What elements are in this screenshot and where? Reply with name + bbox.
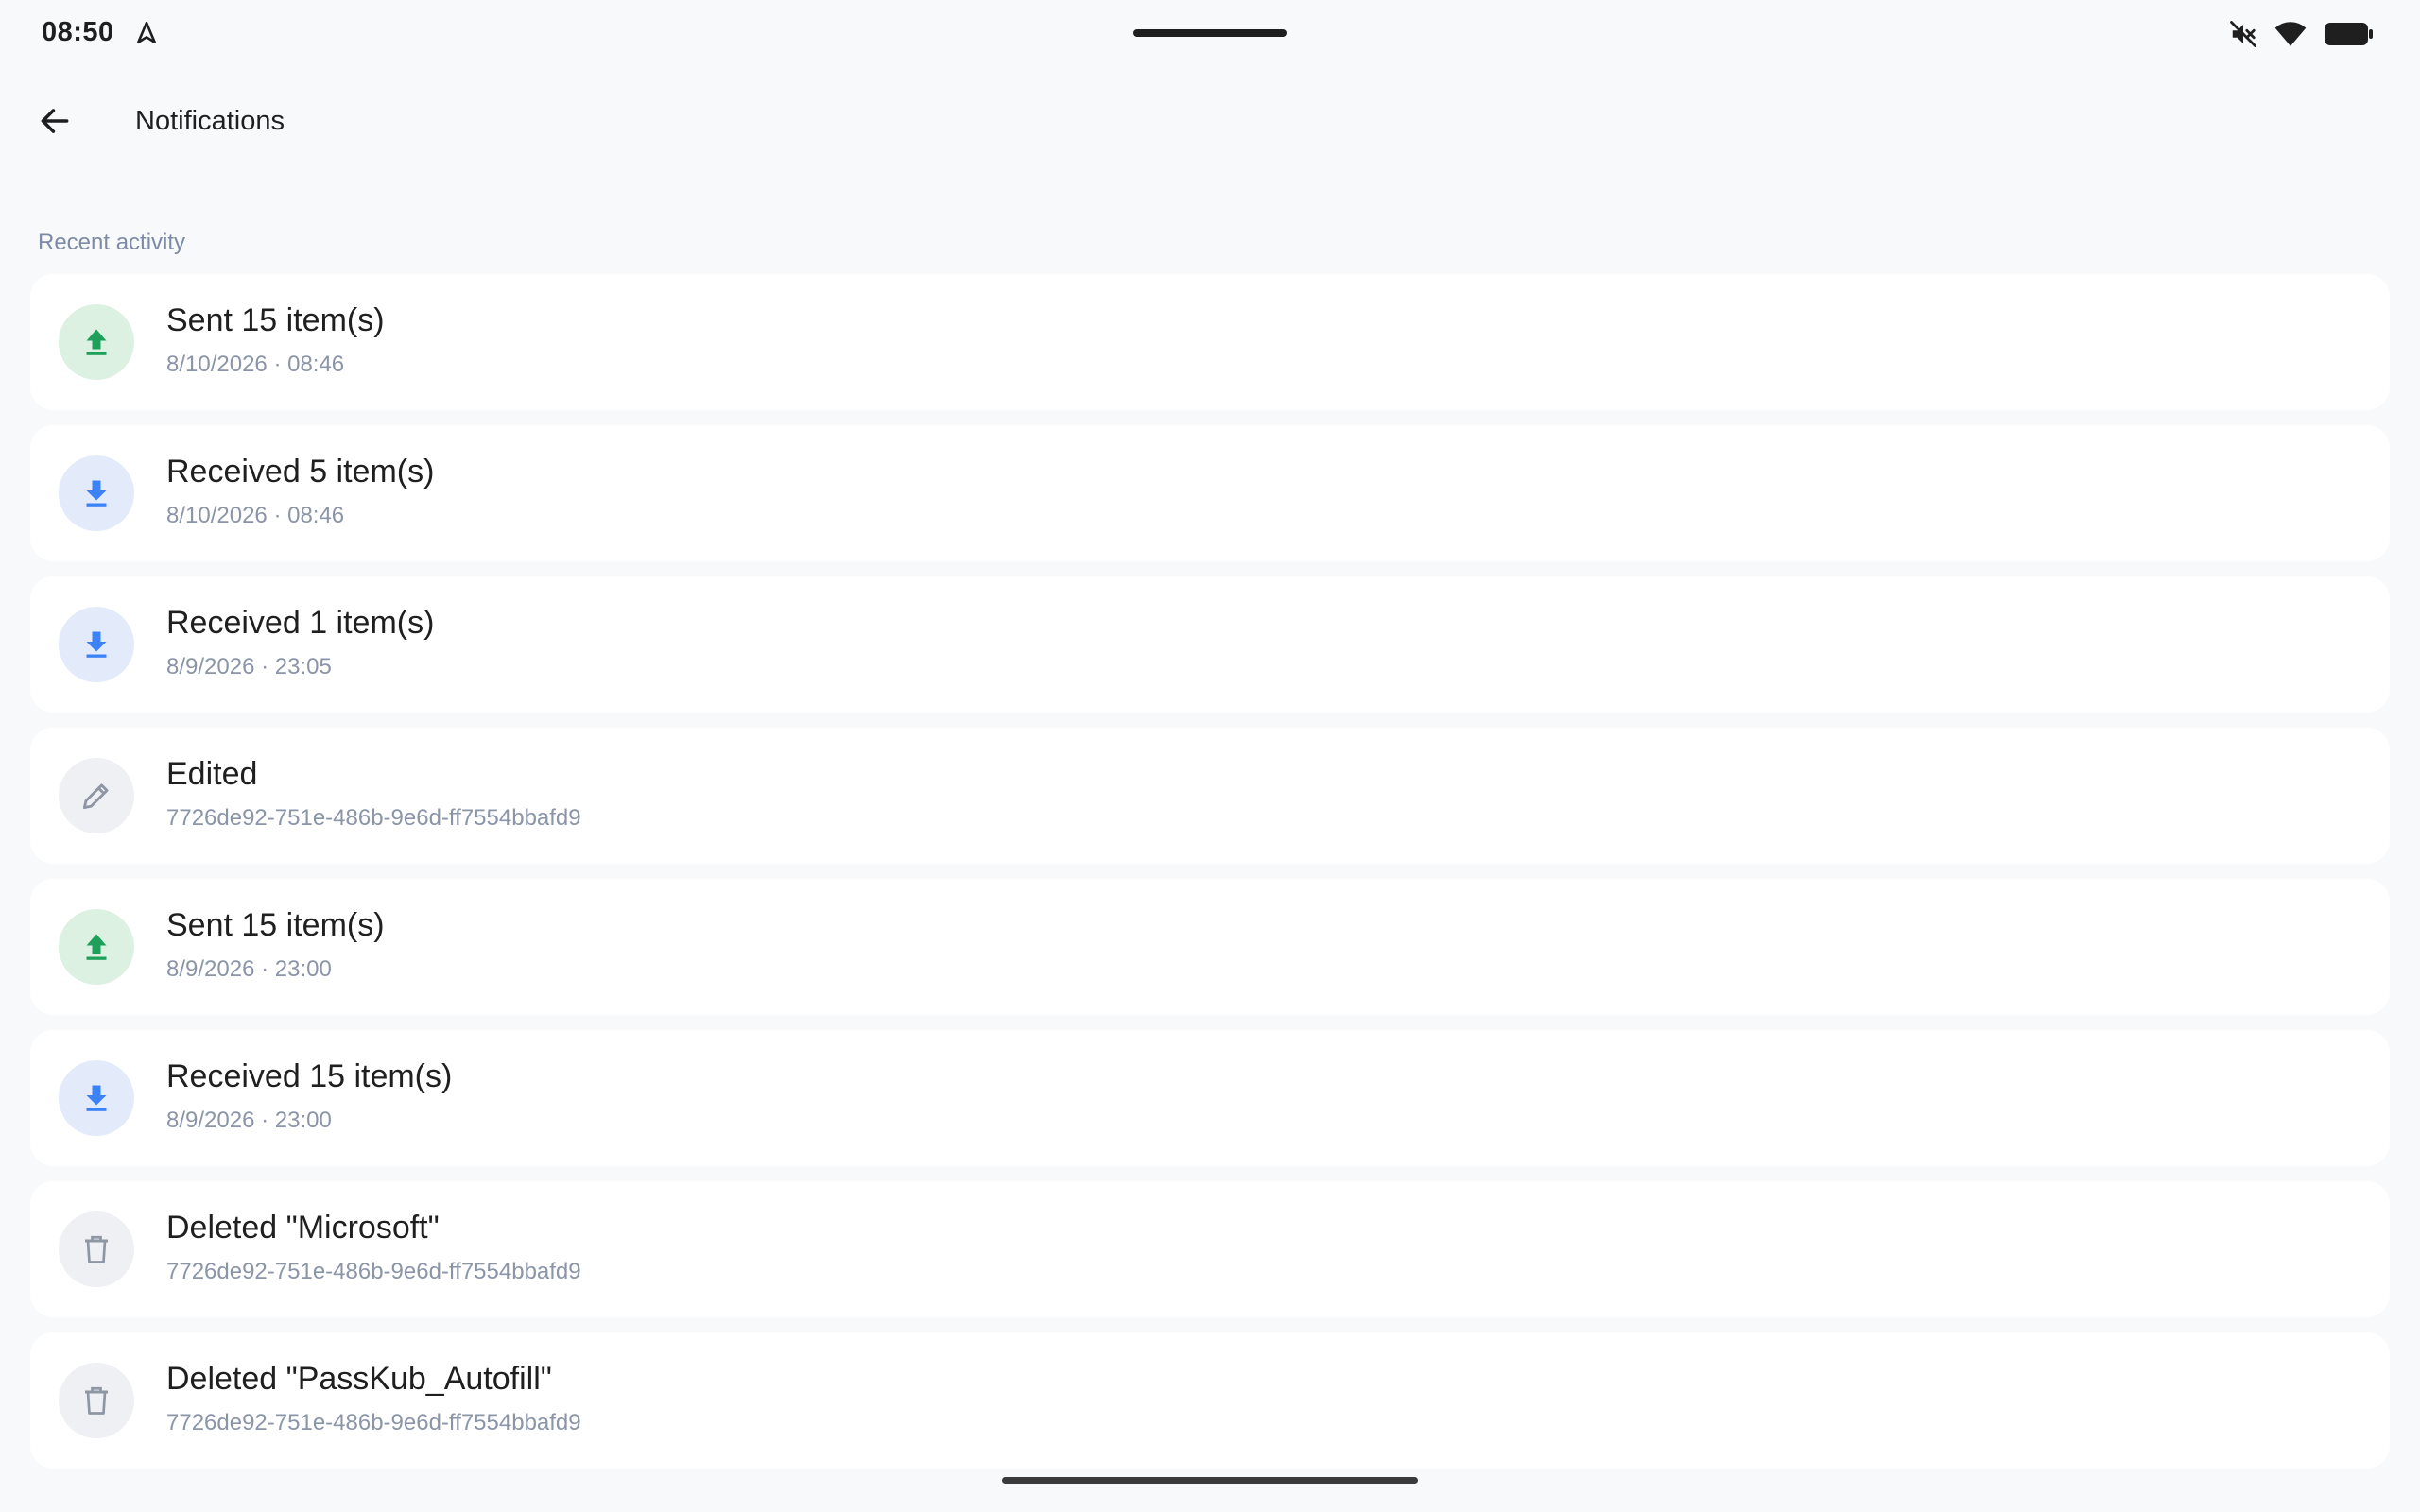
back-button[interactable] xyxy=(28,94,81,147)
download-icon xyxy=(59,455,134,531)
battery-icon xyxy=(2324,20,2375,48)
notification-subtitle: 7726de92-751e-486b-9e6d-ff7554bbafd9 xyxy=(166,805,581,831)
notification-subtitle: 8/10/2026 · 08:46 xyxy=(166,503,345,528)
status-bar: 08:50 xyxy=(0,0,2420,68)
notification-subtitle: 8/9/2026 · 23:00 xyxy=(166,1108,332,1133)
list-item[interactable]: Deleted "PassKub_Autofill" 7726de92-751e… xyxy=(30,1332,2390,1469)
wifi-icon xyxy=(2274,20,2307,48)
notification-title: Deleted "Microsoft" xyxy=(166,1210,440,1246)
notification-title: Deleted "PassKub_Autofill" xyxy=(166,1361,552,1397)
list-item[interactable]: Received 15 item(s) 8/9/2026 · 23:00 xyxy=(30,1030,2390,1166)
list-item[interactable]: Edited 7726de92-751e-486b-9e6d-ff7554bba… xyxy=(30,728,2390,864)
notification-title: Received 1 item(s) xyxy=(166,605,435,641)
upload-icon xyxy=(59,909,134,985)
gesture-handle[interactable] xyxy=(1002,1477,1418,1484)
notification-title: Received 15 item(s) xyxy=(166,1058,453,1094)
list-item[interactable]: Received 1 item(s) 8/9/2026 · 23:05 xyxy=(30,576,2390,713)
list-item[interactable]: Sent 15 item(s) 8/10/2026 · 08:46 xyxy=(30,274,2390,410)
trash-icon xyxy=(59,1363,134,1438)
download-icon xyxy=(59,1060,134,1136)
download-icon xyxy=(59,607,134,682)
notification-subtitle: 7726de92-751e-486b-9e6d-ff7554bbafd9 xyxy=(166,1259,581,1284)
notification-title: Sent 15 item(s) xyxy=(166,302,385,338)
list-item[interactable]: Deleted "Microsoft" 7726de92-751e-486b-9… xyxy=(30,1181,2390,1317)
upload-icon xyxy=(59,304,134,380)
notification-title: Edited xyxy=(166,756,258,792)
status-icons xyxy=(2229,17,2375,51)
notification-title: Sent 15 item(s) xyxy=(166,907,385,943)
mute-icon xyxy=(2229,20,2257,48)
trash-icon xyxy=(59,1211,134,1287)
status-time: 08:50 xyxy=(42,17,114,47)
navigation-icon xyxy=(134,21,159,45)
list-item[interactable]: Sent 15 item(s) 8/9/2026 · 23:00 xyxy=(30,879,2390,1015)
section-header: Recent activity xyxy=(38,230,186,255)
pencil-icon xyxy=(59,758,134,833)
page-title: Notifications xyxy=(135,106,285,136)
notification-subtitle: 7726de92-751e-486b-9e6d-ff7554bbafd9 xyxy=(166,1410,581,1435)
top-handle xyxy=(1133,29,1287,37)
notification-subtitle: 8/9/2026 · 23:00 xyxy=(166,956,332,982)
notification-subtitle: 8/10/2026 · 08:46 xyxy=(166,352,345,377)
list-item[interactable]: Received 5 item(s) 8/10/2026 · 08:46 xyxy=(30,425,2390,561)
app-bar: Notifications xyxy=(0,85,2420,157)
arrow-left-icon xyxy=(41,109,69,133)
notification-subtitle: 8/9/2026 · 23:05 xyxy=(166,654,332,679)
notification-title: Received 5 item(s) xyxy=(166,454,435,490)
